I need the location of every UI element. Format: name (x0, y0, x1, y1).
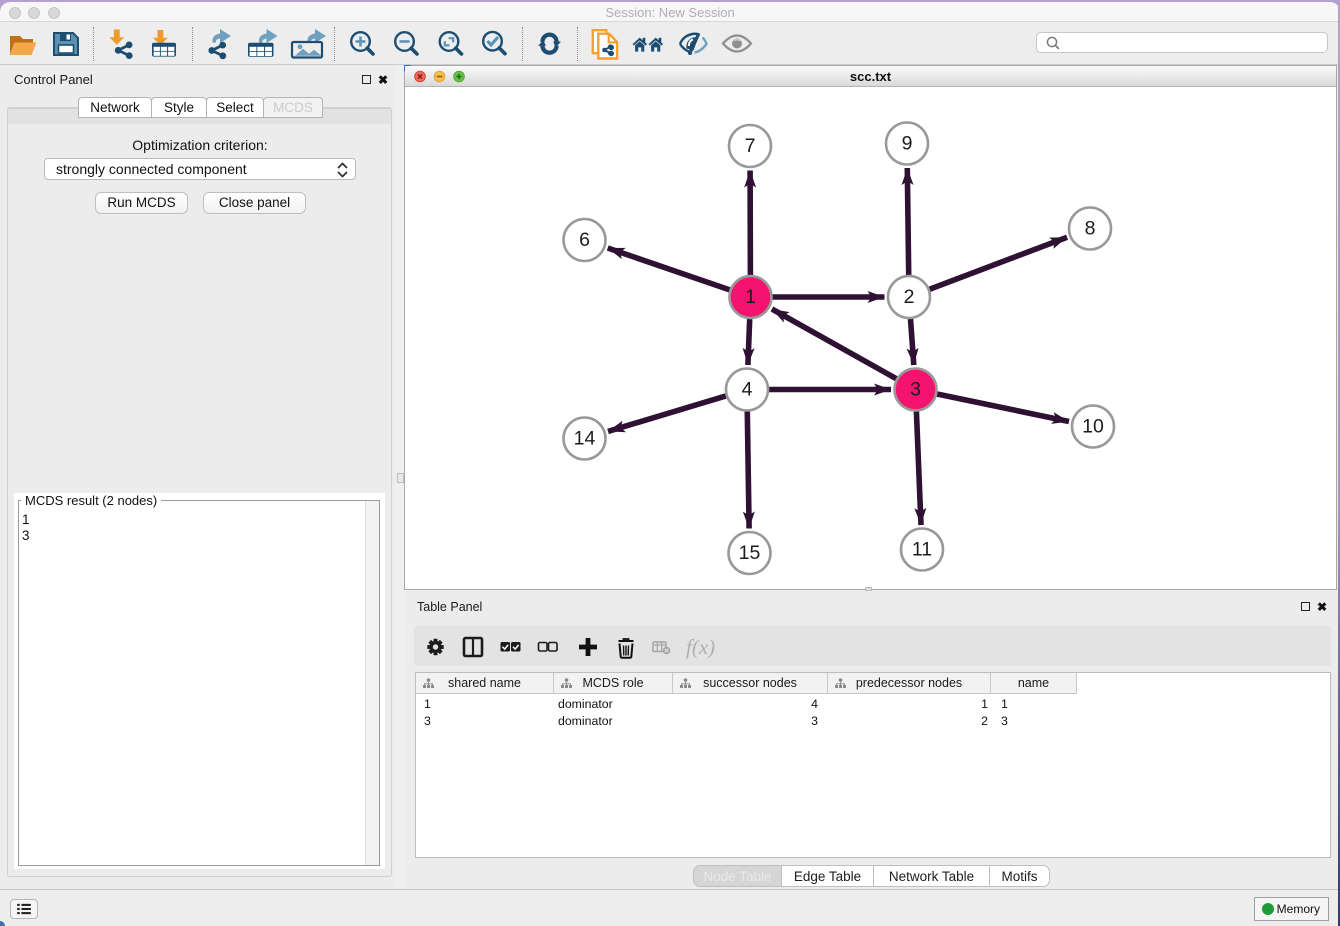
svg-text:3: 3 (910, 379, 921, 401)
svg-text:1: 1 (745, 286, 756, 308)
svg-text:4: 4 (742, 379, 753, 401)
svg-text:2: 2 (904, 286, 915, 308)
svg-text:15: 15 (739, 542, 761, 564)
svg-text:6: 6 (579, 229, 590, 251)
svg-text:14: 14 (574, 428, 596, 450)
svg-text:11: 11 (912, 539, 932, 561)
svg-text:9: 9 (902, 133, 913, 155)
svg-text:10: 10 (1082, 416, 1104, 438)
svg-text:7: 7 (745, 135, 756, 157)
svg-text:8: 8 (1085, 218, 1096, 240)
svg-text:f(x): f(x) (686, 635, 715, 659)
